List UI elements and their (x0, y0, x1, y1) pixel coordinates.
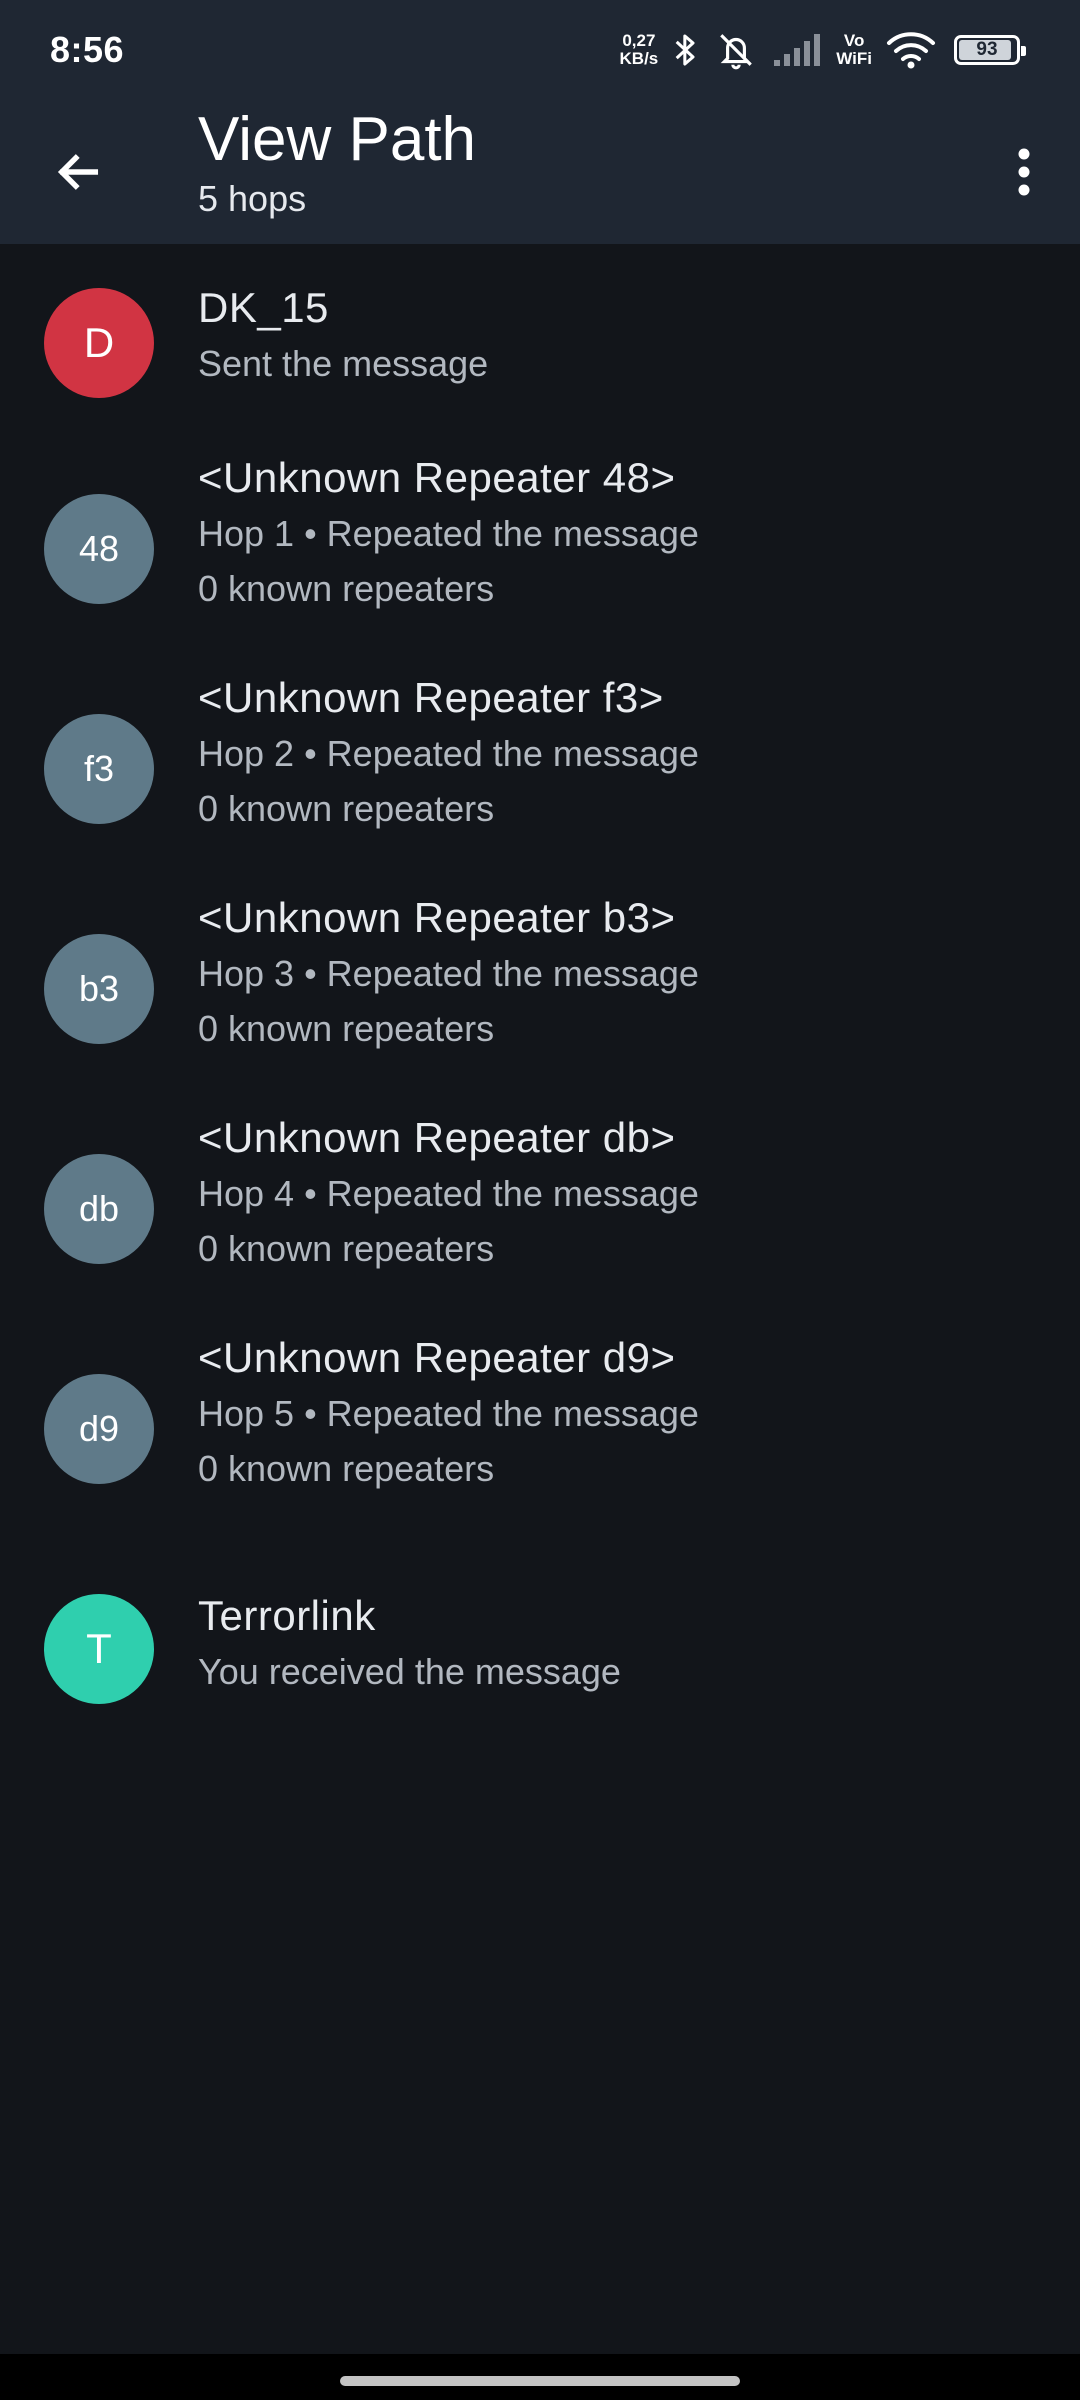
hop-text: <Unknown Repeater db> Hop 4 • Repeated t… (198, 1110, 1040, 1276)
wifi-icon (887, 32, 935, 69)
hop-detail: Hop 1 • Repeated the message (198, 513, 699, 554)
bluetooth-icon (675, 34, 695, 66)
hop-item-4[interactable]: db <Unknown Repeater db> Hop 4 • Repeate… (0, 1110, 1080, 1310)
avatar: db (44, 1154, 154, 1264)
hop-item-5[interactable]: d9 <Unknown Repeater d9> Hop 5 • Repeate… (0, 1330, 1080, 1530)
signal-icon (774, 34, 821, 66)
hop-detail: Hop 3 • Repeated the message (198, 953, 699, 994)
app-bar: View Path 5 hops (0, 100, 1080, 244)
navigation-bar (0, 2354, 1080, 2400)
hop-detail: Hop 2 • Repeated the message (198, 733, 699, 774)
avatar: D (44, 288, 154, 398)
vowifi-indicator: Vo WiFi (836, 32, 872, 68)
hop-text: <Unknown Repeater f3> Hop 2 • Repeated t… (198, 670, 1040, 836)
status-bar: 8:56 0,27 KB/s Vo WiFi 93 (0, 0, 1080, 100)
hop-name: Terrorlink (198, 1592, 376, 1639)
vowifi-bottom-label: WiFi (836, 49, 872, 68)
avatar: b3 (44, 934, 154, 1044)
hop-repeaters: 0 known repeaters (198, 1008, 495, 1049)
avatar: d9 (44, 1374, 154, 1484)
hop-text: <Unknown Repeater 48> Hop 1 • Repeated t… (198, 450, 1040, 616)
hop-name: <Unknown Repeater b3> (198, 894, 676, 941)
hop-name: DK_15 (198, 284, 329, 331)
title-block: View Path 5 hops (198, 104, 476, 220)
page-subtitle: 5 hops (198, 178, 307, 219)
page-title: View Path (198, 105, 477, 174)
hop-name: <Unknown Repeater 48> (198, 454, 676, 501)
hop-repeaters: 0 known repeaters (198, 1448, 495, 1489)
battery-level: 93 (976, 39, 998, 60)
muted-bell-icon (720, 34, 753, 70)
more-vert-icon (1018, 148, 1030, 196)
hop-repeaters: 0 known repeaters (198, 788, 495, 829)
hop-item-receiver[interactable]: T Terrorlink You received the message (0, 1550, 1080, 1750)
hop-item-3[interactable]: b3 <Unknown Repeater b3> Hop 3 • Repeate… (0, 890, 1080, 1090)
hop-detail: Hop 5 • Repeated the message (198, 1393, 699, 1434)
hop-text: DK_15 Sent the message (198, 280, 1040, 391)
hop-name: <Unknown Repeater f3> (198, 674, 664, 721)
more-options-button[interactable] (988, 136, 1060, 208)
avatar: f3 (44, 714, 154, 824)
hop-detail: Hop 4 • Repeated the message (198, 1173, 699, 1214)
hop-repeaters: 0 known repeaters (198, 1228, 495, 1269)
hop-detail: You received the message (198, 1651, 621, 1692)
avatar: 48 (44, 494, 154, 604)
status-time: 8:56 (50, 29, 125, 70)
hop-name: <Unknown Repeater db> (198, 1114, 676, 1161)
vowifi-top-label: Vo (843, 31, 865, 50)
hop-item-sender[interactable]: D DK_15 Sent the message (0, 244, 1080, 444)
hop-repeaters: 0 known repeaters (198, 568, 495, 609)
avatar: T (44, 1594, 154, 1704)
arrow-back-icon (57, 154, 99, 190)
back-button[interactable] (42, 136, 114, 208)
hop-text: Terrorlink You received the message (198, 1588, 1040, 1699)
hop-item-1[interactable]: 48 <Unknown Repeater 48> Hop 1 • Repeate… (0, 450, 1080, 650)
hop-name: <Unknown Repeater d9> (198, 1334, 676, 1381)
network-speed: 0,27 KB/s (620, 32, 659, 68)
network-speed-unit: KB/s (619, 49, 659, 68)
network-speed-value: 0,27 (622, 31, 656, 50)
hop-item-2[interactable]: f3 <Unknown Repeater f3> Hop 2 • Repeate… (0, 670, 1080, 870)
hop-text: <Unknown Repeater d9> Hop 5 • Repeated t… (198, 1330, 1040, 1496)
battery-icon: 93 (954, 35, 1026, 65)
hop-text: <Unknown Repeater b3> Hop 3 • Repeated t… (198, 890, 1040, 1056)
home-indicator[interactable] (340, 2376, 740, 2386)
status-icons: 0,27 KB/s Vo WiFi 93 (620, 29, 1026, 71)
hop-detail: Sent the message (198, 343, 489, 384)
